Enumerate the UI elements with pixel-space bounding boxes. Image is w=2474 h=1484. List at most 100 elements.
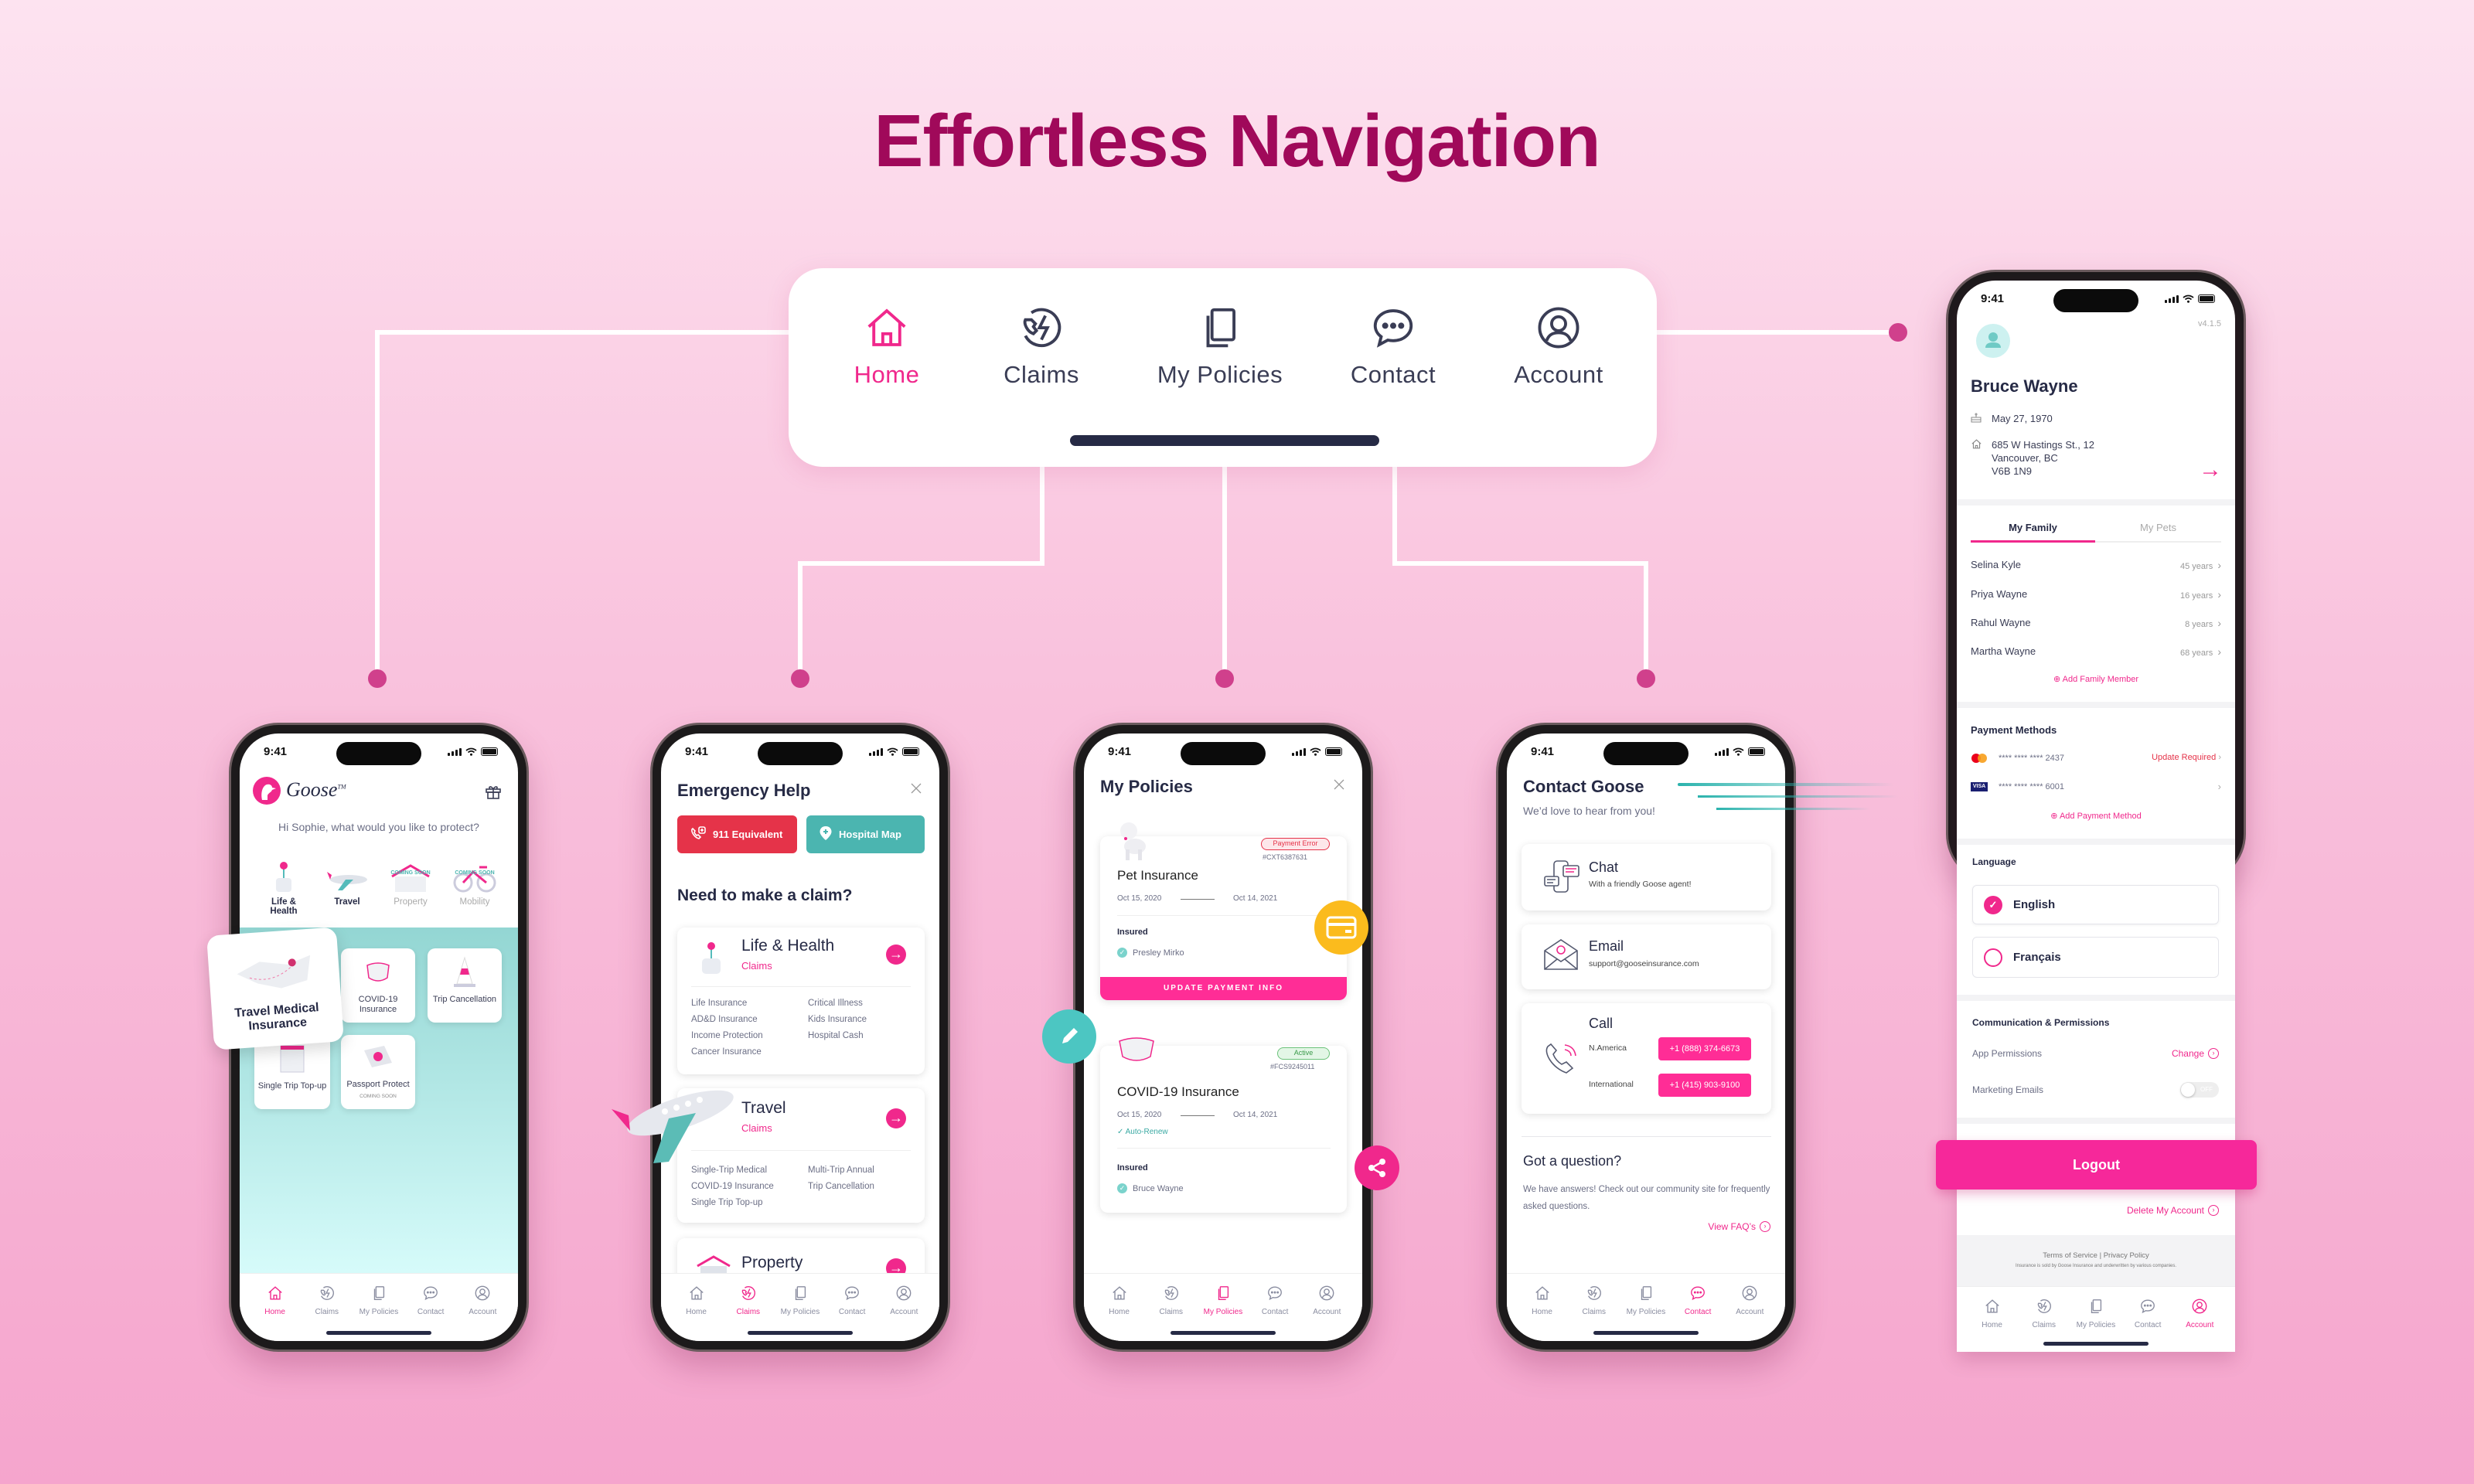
mask-icon	[366, 962, 390, 982]
add-payment-method-button[interactable]: ⊕ Add Payment Method	[1957, 811, 2235, 821]
claim-prompt: Need to make a claim?	[677, 887, 853, 904]
language-option-francais[interactable]: Français	[1972, 937, 2219, 978]
claim-type-item[interactable]: Single Trip Top-up	[691, 1195, 774, 1211]
signal-icon	[1292, 748, 1306, 756]
gift-icon[interactable]	[484, 782, 503, 805]
tab-account[interactable]: Account	[879, 1274, 929, 1341]
tab-home[interactable]: Home	[1968, 1287, 2017, 1352]
tab-account[interactable]: Account	[1725, 1274, 1774, 1341]
view-faq-link[interactable]: View FAQ’s ›	[1708, 1221, 1770, 1232]
claim-type-item[interactable]: Multi-Trip Annual	[808, 1162, 874, 1179]
status-icons	[869, 747, 919, 756]
email-address[interactable]: support@gooseinsurance.com	[1589, 959, 1699, 968]
contact-call-card: Call N.America +1 (888) 374-6673 Interna…	[1522, 1003, 1771, 1114]
family-member-row[interactable]: Selina Kyle 45 years ›	[1971, 559, 2221, 571]
language-option-english[interactable]: ✓ English	[1972, 885, 2219, 924]
privacy-link[interactable]: Privacy Policy	[2104, 1251, 2149, 1260]
category-travel[interactable]: Travel	[320, 859, 374, 907]
tab-account[interactable]: Account	[2175, 1287, 2224, 1352]
flower-pot-icon	[276, 862, 291, 892]
insured-name: Presley Mirko	[1133, 948, 1184, 958]
arrow-right-icon[interactable]: →	[886, 945, 906, 965]
call-international-button[interactable]: +1 (415) 903-9100	[1658, 1074, 1751, 1097]
category-mobility[interactable]: COMING SOON Mobility	[445, 859, 504, 907]
change-permissions-link[interactable]: Change ›	[2172, 1048, 2219, 1059]
tab-label: Home	[1532, 1308, 1552, 1316]
product-passport-protect[interactable]: Passport Protect COMING SOON	[341, 1035, 415, 1109]
tab-label: My Policies	[2076, 1321, 2116, 1329]
product-travel-medical[interactable]: Travel Medical Insurance	[206, 927, 344, 1050]
add-family-member-button[interactable]: ⊕ Add Family Member	[1957, 674, 2235, 684]
emergency-911-button[interactable]: 911 Equivalent	[677, 815, 797, 853]
policy-card-pet[interactable]: Payment Error #CXT6387631 Pet Insurance …	[1100, 836, 1347, 1000]
language-label: Français	[2013, 951, 2061, 964]
nav-item-contact[interactable]: Contact	[1316, 304, 1470, 389]
claim-type-item[interactable]: COVID-19 Insurance	[691, 1179, 774, 1195]
tab-home[interactable]: Home	[250, 1274, 300, 1341]
home-indicator	[326, 1331, 431, 1335]
contact-chat-card[interactable]: Chat With a friendly Goose agent!	[1522, 844, 1771, 910]
product-covid19[interactable]: COVID-19 Insurance	[341, 948, 415, 1023]
claim-type-item[interactable]: Life Insurance	[691, 996, 763, 1012]
card-title: Email	[1589, 938, 1624, 954]
claims-icon	[724, 1285, 773, 1302]
claim-type-item[interactable]: Hospital Cash	[808, 1028, 867, 1044]
account-icon	[1725, 1285, 1774, 1302]
close-icon[interactable]	[910, 782, 922, 798]
payment-card-mastercard[interactable]: **** **** **** 2437 Update Required ›	[1971, 753, 2221, 764]
nav-item-account[interactable]: Account	[1481, 304, 1636, 389]
connector-dot	[1637, 669, 1655, 688]
status-icons	[2165, 294, 2215, 303]
edit-profile-arrow-icon[interactable]: →	[2199, 458, 2222, 482]
nav-item-home[interactable]: Home	[809, 304, 964, 389]
tab-home[interactable]: Home	[1095, 1274, 1144, 1341]
check-icon: ✓	[1117, 1183, 1127, 1193]
phone-policies: 9:41 My Policies Payment Error #CXT63876…	[1073, 723, 1373, 1352]
tab-label: Contact	[838, 1308, 866, 1316]
tab-home[interactable]: Home	[1518, 1274, 1567, 1341]
claim-type-item[interactable]: AD&D Insurance	[691, 1012, 763, 1028]
tab-my-pets[interactable]: My Pets	[2095, 522, 2221, 533]
tab-bar: Home Claims My Policies Contact Account	[1507, 1273, 1785, 1341]
tab-home[interactable]: Home	[672, 1274, 721, 1341]
payment-card-visa[interactable]: VISA **** **** **** 6001 ›	[1971, 781, 2221, 792]
status-badge: Active	[1277, 1047, 1330, 1060]
tab-account[interactable]: Account	[458, 1274, 507, 1341]
family-member-row[interactable]: Martha Wayne 68 years ›	[1971, 645, 2221, 658]
family-member-row[interactable]: Rahul Wayne 8 years ›	[1971, 617, 2221, 629]
claim-card-life-health[interactable]: Life & Health Claims → Life Insurance AD&…	[677, 928, 925, 1074]
claims-icon	[1147, 1285, 1196, 1302]
avatar[interactable]	[1976, 324, 2010, 358]
connector-line	[798, 561, 803, 679]
delete-account-link[interactable]: Delete My Account ›	[2127, 1205, 2219, 1216]
product-trip-cancellation[interactable]: Trip Cancellation	[428, 948, 502, 1023]
category-life-health[interactable]: Life & Health	[257, 859, 311, 916]
policy-card-covid[interactable]: Active #FCS9245011 COVID-19 Insurance Oc…	[1100, 1046, 1347, 1213]
claim-type-item[interactable]: Cancer Insurance	[691, 1044, 763, 1060]
logout-button[interactable]: Logout	[1936, 1140, 2257, 1190]
insured-label: Insured	[1117, 1163, 1148, 1173]
arrow-right-icon[interactable]: →	[886, 1108, 906, 1128]
auto-renew-label: Auto-Renew	[1125, 1128, 1168, 1136]
close-icon[interactable]	[1333, 778, 1345, 795]
claim-type-item[interactable]: Income Protection	[691, 1028, 763, 1044]
address-line: V6B 1N9	[1992, 465, 2033, 477]
hospital-map-button[interactable]: Hospital Map	[806, 815, 925, 853]
claim-type-item[interactable]: Critical Illness	[808, 996, 867, 1012]
nav-item-my-policies[interactable]: My Policies	[1143, 304, 1297, 389]
call-north-america-button[interactable]: +1 (888) 374-6673	[1658, 1037, 1751, 1060]
tab-account[interactable]: Account	[1302, 1274, 1351, 1341]
contact-email-card[interactable]: Email support@gooseinsurance.com	[1522, 924, 1771, 989]
nav-item-claims[interactable]: Claims	[964, 304, 1119, 389]
status-time: 9:41	[685, 745, 709, 758]
tab-my-family[interactable]: My Family	[1971, 522, 2095, 533]
claim-type-item[interactable]: Kids Insurance	[808, 1012, 867, 1028]
terms-link[interactable]: Terms of Service	[2043, 1251, 2097, 1260]
marketing-emails-toggle[interactable]: OFF	[2180, 1082, 2219, 1098]
update-payment-button[interactable]: UPDATE PAYMENT INFO	[1100, 977, 1347, 1000]
category-property[interactable]: COMING SOON Property	[382, 859, 439, 907]
family-member-row[interactable]: Priya Wayne 16 years ›	[1971, 588, 2221, 601]
claim-type-item[interactable]: Trip Cancellation	[808, 1179, 874, 1195]
card-title: Travel	[741, 1099, 786, 1117]
connector-dot	[368, 669, 387, 688]
